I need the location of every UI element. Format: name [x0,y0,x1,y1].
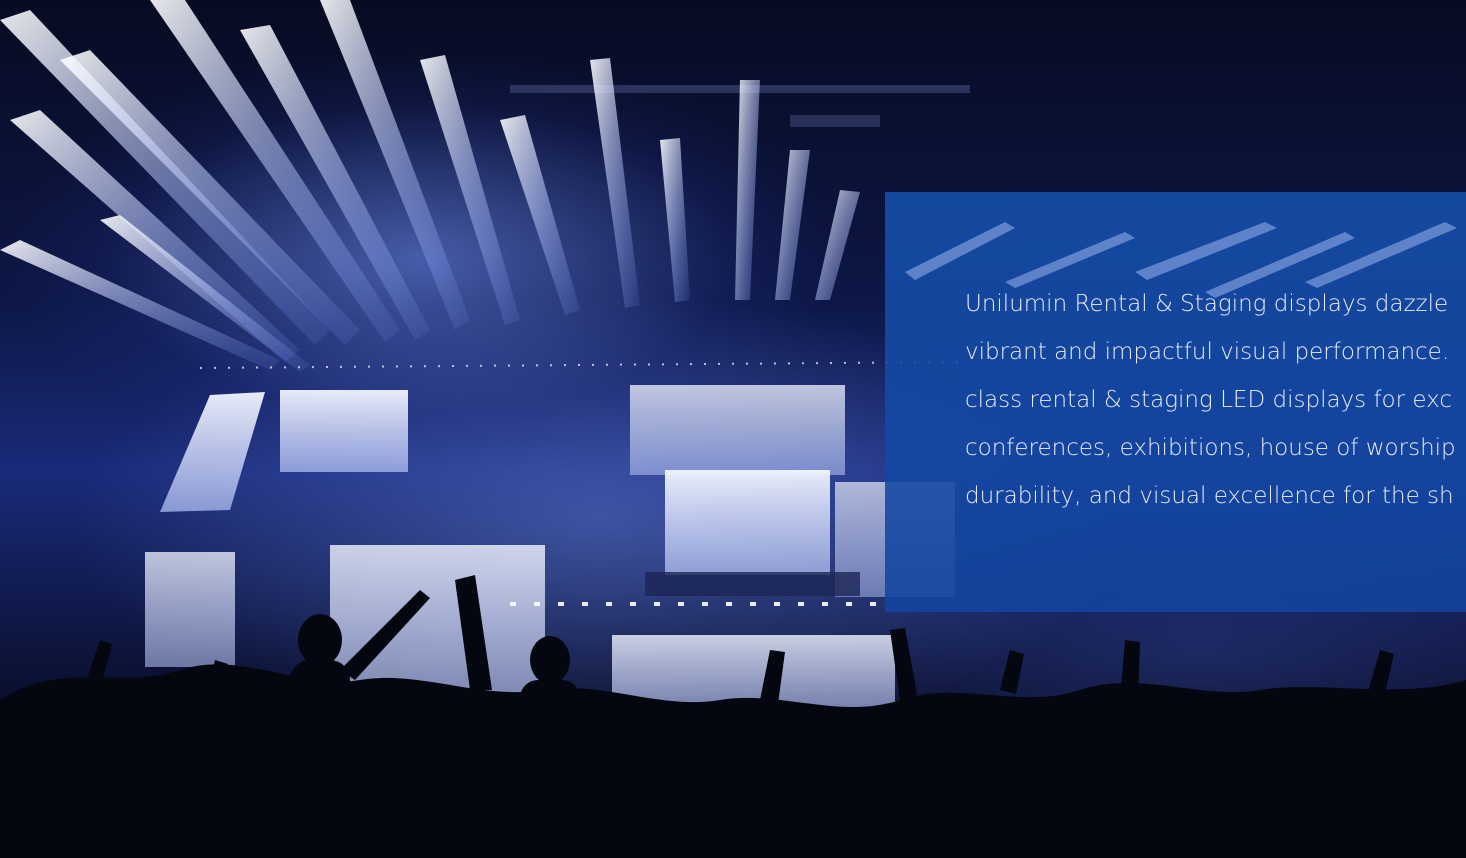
intro-line: vibrant and impactful visual performance… [965,339,1450,365]
intro-paragraph: Unilumin Rental & Staging displays dazzl… [965,280,1466,520]
intro-line: Unilumin Rental & Staging displays dazzl… [965,291,1449,317]
intro-line: conferences, exhibitions, house of worsh… [965,435,1456,461]
intro-line: class rental & staging LED displays for … [965,387,1452,413]
hero-section: Unilumin Rental & Staging displays dazzl… [0,0,1466,858]
intro-line: durability, and visual excellence for th… [965,483,1454,509]
intro-text-panel: Unilumin Rental & Staging displays dazzl… [885,192,1466,612]
